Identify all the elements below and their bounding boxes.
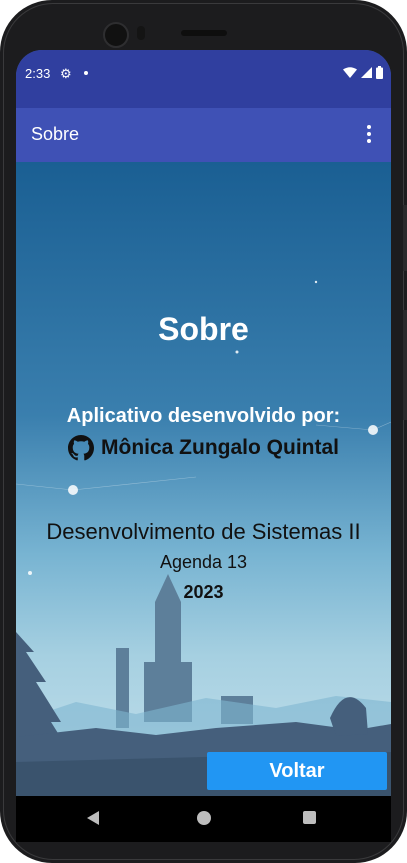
github-icon[interactable] (68, 435, 94, 461)
app-bar-title: Sobre (31, 124, 80, 144)
author-row: Mônica Zungalo Quintal (16, 435, 391, 461)
back-icon[interactable] (87, 811, 99, 825)
status-icons (343, 66, 383, 79)
notification-dot-icon (84, 71, 88, 75)
phone-frame: 2:33 ⚙ Sobre Sobre Aplicativo desenvolvi… (0, 0, 407, 863)
earpiece-speaker (181, 30, 227, 36)
recents-icon[interactable] (303, 811, 316, 824)
status-time: 2:33 (25, 66, 51, 81)
page-title: Sobre (158, 311, 249, 347)
agenda-label: Agenda 13 (159, 552, 248, 572)
overflow-menu-icon[interactable] (357, 122, 381, 146)
gear-icon: ⚙ (60, 66, 72, 81)
voltar-button[interactable]: Voltar (207, 752, 387, 790)
year-label: 2023 (183, 582, 224, 602)
home-icon[interactable] (197, 811, 211, 825)
app-bar: Sobre (16, 108, 391, 162)
about-content: Sobre Aplicativo desenvolvido por: Mônic… (16, 162, 391, 796)
status-bar: 2:33 ⚙ (16, 50, 391, 108)
author-name: Mônica Zungalo Quintal (101, 436, 339, 459)
background-illustration (16, 280, 391, 796)
course-name: Desenvolvimento de Sistemas II (46, 519, 361, 544)
battery-icon (376, 66, 383, 79)
front-camera (103, 22, 129, 48)
screen: 2:33 ⚙ Sobre Sobre Aplicativo desenvolvi… (16, 50, 391, 796)
proximity-sensor (137, 26, 145, 40)
developed-by-label: Aplicativo desenvolvido por: (66, 405, 341, 427)
navigation-bar (16, 796, 391, 842)
power-button (403, 205, 407, 271)
volume-button (403, 310, 407, 420)
signal-icon (361, 67, 372, 78)
wifi-icon (343, 66, 357, 78)
